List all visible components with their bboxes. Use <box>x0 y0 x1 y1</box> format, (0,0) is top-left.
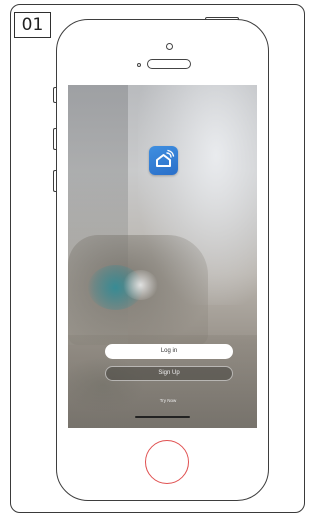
home-button <box>145 440 189 484</box>
volume-up-button <box>53 128 57 150</box>
volume-down-button <box>53 170 57 192</box>
step-number-badge: 01 <box>14 12 51 38</box>
signup-button[interactable]: Sign Up <box>105 366 233 381</box>
mute-switch <box>53 87 57 103</box>
try-now-link[interactable]: Try Now <box>128 398 208 403</box>
background-white-pillow <box>123 270 158 300</box>
home-indicator-bar <box>135 416 190 418</box>
front-camera-icon <box>166 43 173 50</box>
power-button <box>205 17 239 20</box>
proximity-sensor <box>137 63 141 67</box>
earpiece-speaker <box>147 59 191 69</box>
login-button[interactable]: Log in <box>105 344 233 359</box>
app-screen: Log in Sign Up Try Now <box>68 85 257 428</box>
smart-home-icon <box>149 146 178 175</box>
